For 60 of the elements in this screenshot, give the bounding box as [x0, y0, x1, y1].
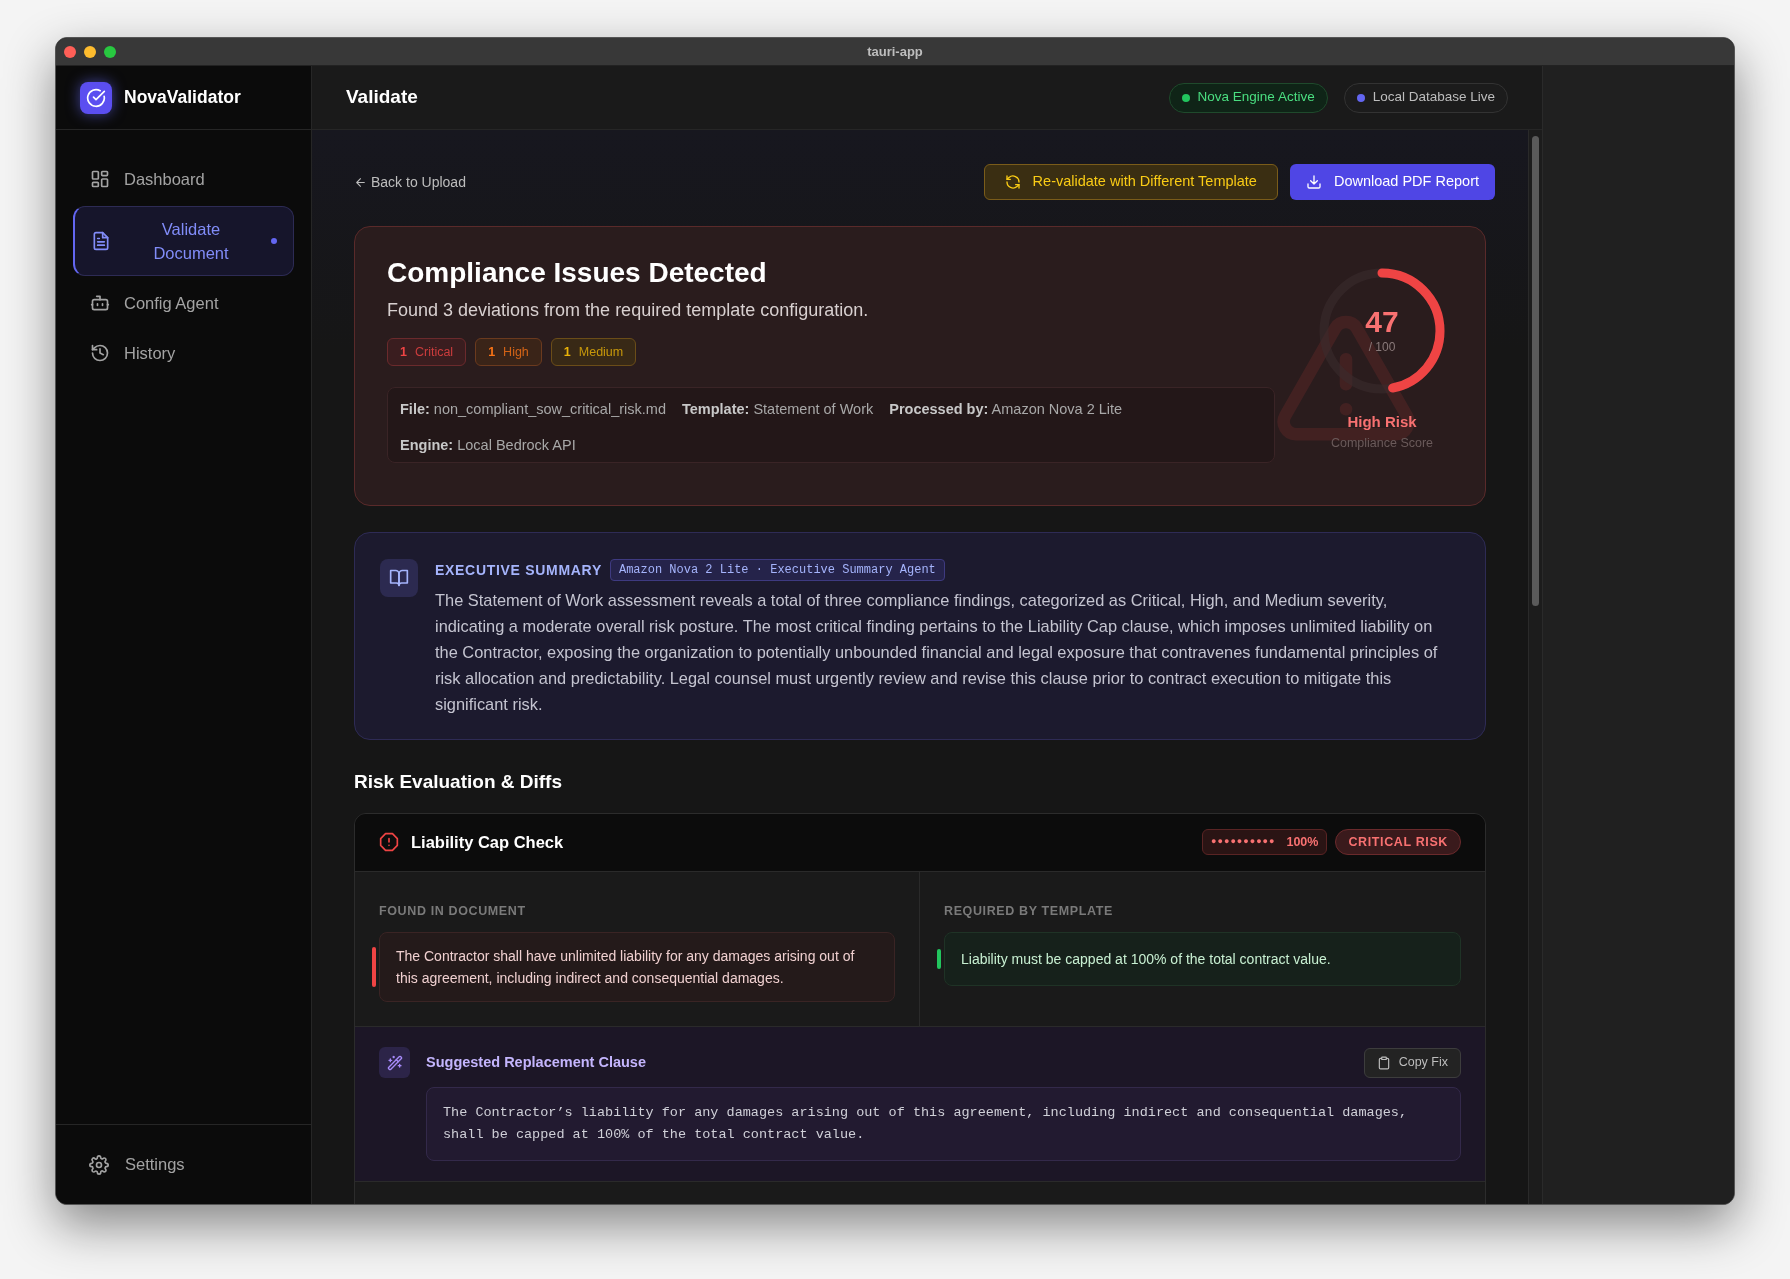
- suggestion-code: The Contractor’s liability for any damages arising out of this agreement, including indirect and consequential damages, shall be capped at 100% of the total contract value.: [426, 1087, 1461, 1162]
- download-button[interactable]: Download PDF Report: [1289, 164, 1495, 200]
- close-button[interactable]: [64, 45, 76, 58]
- severity-badge: CRITICAL RISK: [1335, 829, 1461, 855]
- nav-item[interactable]: Dashboard: [73, 156, 294, 202]
- score-max: / 100: [1368, 339, 1396, 356]
- back-link[interactable]: Back to Upload: [354, 171, 466, 193]
- window-title: tauri-app: [867, 42, 923, 61]
- severity-count-badge: 1 Medium: [550, 338, 637, 366]
- found-text: The Contractor shall have unlimited liability for any damages arising out of this agreement, including indirect and consequential damages.: [379, 932, 895, 1003]
- app-name: NovaValidator: [124, 86, 241, 110]
- suggestion-title: Suggested Replacement Clause: [426, 1052, 646, 1072]
- refresh-icon: [1004, 174, 1021, 190]
- alert-octagon-icon: [379, 832, 399, 852]
- score-caption: Compliance Score: [1330, 434, 1434, 452]
- nav-item[interactable]: Config Agent: [73, 280, 294, 326]
- grid-icon: [90, 169, 110, 189]
- severity-count-badge: 1 High: [475, 338, 542, 366]
- nav-item[interactable]: History: [73, 330, 294, 376]
- settings-item[interactable]: Settings: [73, 1141, 201, 1188]
- history-icon: [90, 343, 110, 363]
- confidence-badge: ●●●●●●●●●● 100%: [1202, 829, 1328, 855]
- check-title: Liability Cap Check: [411, 831, 564, 853]
- zoom-button[interactable]: [104, 45, 116, 58]
- book-glyph-icon: [389, 568, 409, 588]
- score-value: 47: [1365, 306, 1399, 338]
- column-label: FOUND IN DOCUMENT: [379, 902, 527, 920]
- page-title: Validate: [346, 85, 418, 110]
- scrollbar-thumb[interactable]: [1532, 136, 1539, 606]
- settings-icon: [89, 1154, 109, 1175]
- arrow-left-icon: [354, 175, 367, 189]
- meta-item: File: non_compliant_sow_critical_risk.md: [400, 400, 666, 419]
- minimize-button[interactable]: [84, 45, 96, 58]
- meta-item: Template: Statement of Work: [681, 400, 874, 419]
- status-pill: Local Database Live: [1343, 82, 1508, 113]
- scrollbar[interactable]: [1528, 130, 1542, 1204]
- summary-text: The Statement of Work assessment reveals a total of three compliance findings, categorized as Critical, High, and Medium severity, indicating a moderate overall risk posture. The most critical finding pertains to the Liability Cap clause, which imposes unlimited liability on the Contractor, exposing the organization to potentially unbounded financial and legal exposure that contravenes fundamental principles of risk allocation and predictability. Legal counsel must urgently review and revise this clause prior to contract execution to mitigate this significant risk.: [435, 590, 1439, 715]
- copy-fix-button[interactable]: Copy Fix: [1363, 1047, 1461, 1078]
- result-subtitle: Found 3 deviations from the required template configuration.: [387, 299, 870, 322]
- risk-label: High Risk: [1347, 412, 1417, 432]
- check-circle-icon: [86, 87, 106, 108]
- section-title: Risk Evaluation & Diffs: [354, 770, 563, 794]
- wand-glyph-icon: [386, 1054, 403, 1071]
- severity-count-badge: 1 Critical: [387, 338, 467, 366]
- column-label: REQUIRED BY TEMPLATE: [944, 902, 1114, 920]
- clipboard-icon: [1376, 1055, 1391, 1070]
- robot-icon: [90, 293, 110, 313]
- status-pill: Nova Engine Active: [1168, 82, 1328, 113]
- download-icon: [1305, 174, 1322, 190]
- document-icon: [91, 231, 111, 251]
- nav-item[interactable]: Validate Document: [73, 206, 294, 276]
- required-text: Liability must be capped at 100% of the total contract value.: [944, 932, 1461, 987]
- result-title: Compliance Issues Detected: [387, 256, 768, 290]
- agent-badge: Amazon Nova 2 Lite · Executive Summary Agent: [609, 559, 945, 581]
- meta-item: Engine: Local Bedrock API: [400, 436, 576, 455]
- revalidate-button[interactable]: Re-validate with Different Template: [983, 164, 1278, 200]
- match-bar: [937, 949, 941, 970]
- summary-heading: EXECUTIVE SUMMARY: [435, 560, 602, 580]
- severity-bar: [372, 947, 376, 988]
- meta-item: Processed by: Amazon Nova 2 Lite: [889, 400, 1123, 419]
